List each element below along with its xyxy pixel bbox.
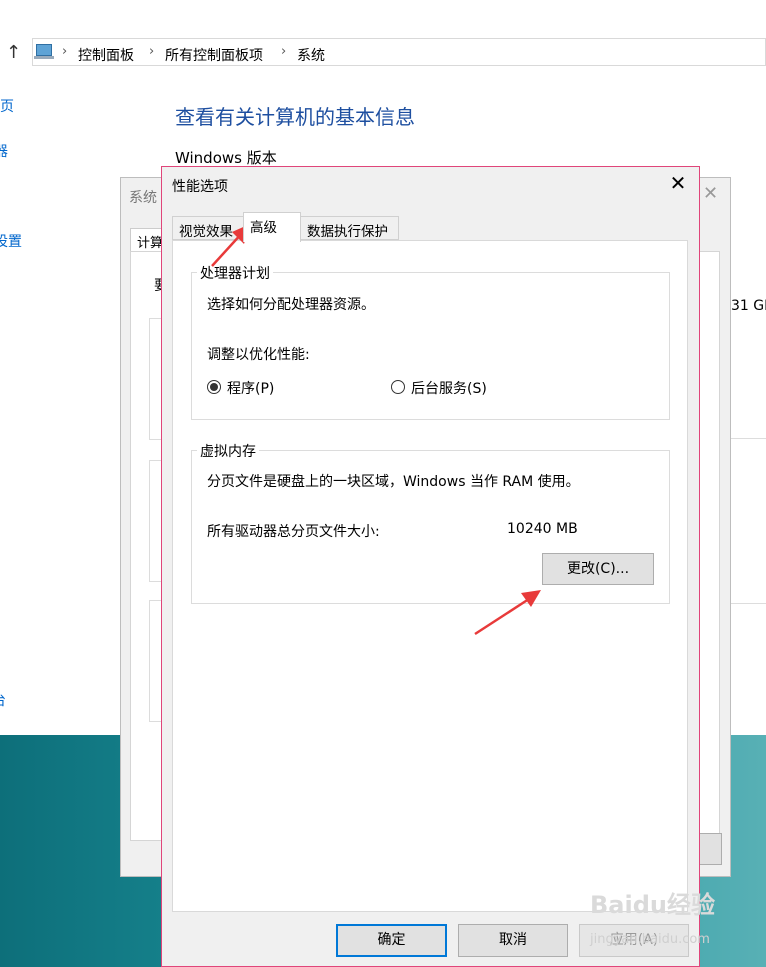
- baidu-watermark-logo: Baidu经验: [590, 891, 715, 919]
- baidu-watermark-url: jingyan.baidu.com: [590, 932, 710, 947]
- tab-advanced[interactable]: 高级: [243, 212, 301, 242]
- annotation-overlay: [211, 224, 541, 636]
- arrow-to-change-button-icon: [474, 590, 541, 636]
